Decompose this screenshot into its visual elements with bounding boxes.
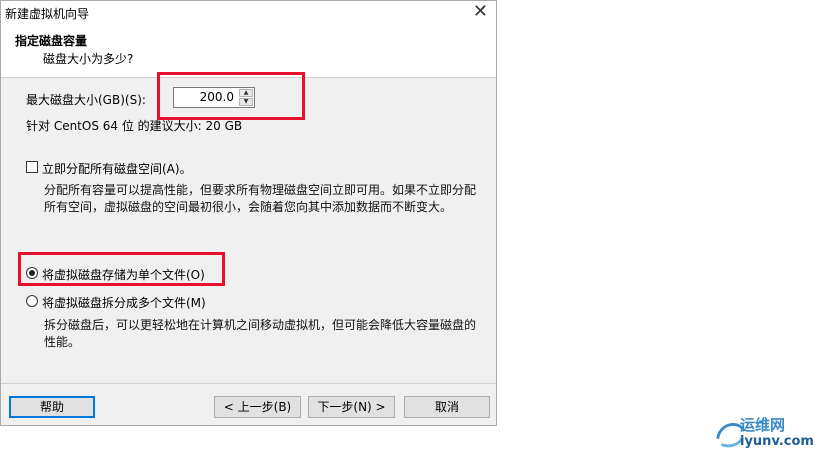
split-desc-line1: 拆分磁盘后，可以更轻松地在计算机之间移动虚拟机，但可能会降低大容量磁盘的 <box>44 318 477 332</box>
split-description: 拆分磁盘后，可以更轻松地在计算机之间移动虚拟机，但可能会降低大容量磁盘的 性能。 <box>44 317 476 351</box>
close-icon[interactable]: ✕ <box>473 2 488 22</box>
new-vm-wizard-dialog: 新建虚拟机向导 ✕ 指定磁盘容量 磁盘大小为多少? 最大磁盘大小(GB)(S):… <box>0 0 497 426</box>
watermark-cn: 运维网 <box>740 416 786 434</box>
allocate-desc-line2: 所有空间，虚拟磁盘的空间最初很小，会随着您向其中添加数据而不断变大。 <box>44 200 453 214</box>
help-button[interactable]: 帮助 <box>9 396 95 418</box>
split-files-label[interactable]: 将虚拟磁盘拆分成多个文件(M) <box>42 294 206 311</box>
split-desc-line2: 性能。 <box>44 335 81 349</box>
page-subtitle: 磁盘大小为多少? <box>43 52 134 66</box>
title-bar: 新建虚拟机向导 ✕ <box>1 1 496 25</box>
disk-size-highlight-box <box>157 72 305 120</box>
disk-size-label: 最大磁盘大小(GB)(S): <box>26 93 146 107</box>
allocate-description: 分配所有容量可以提高性能，但要求所有物理磁盘空间立即可用。如果不立即分配 所有空… <box>44 182 476 216</box>
watermark-en: iyunv.com <box>740 434 814 449</box>
window-title: 新建虚拟机向导 <box>5 7 90 21</box>
cancel-button[interactable]: 取消 <box>404 396 490 418</box>
watermark-logo: 运维网 iyunv.com <box>708 408 814 456</box>
allocate-all-checkbox[interactable] <box>26 161 38 173</box>
split-files-radio[interactable] <box>26 295 38 307</box>
next-button[interactable]: 下一步(N) > <box>308 396 395 418</box>
wizard-header: 指定磁盘容量 磁盘大小为多少? <box>1 25 496 78</box>
allocate-all-label[interactable]: 立即分配所有磁盘空间(A)。 <box>42 160 192 177</box>
back-button[interactable]: < 上一步(B) <box>214 396 301 418</box>
single-file-highlight-box <box>18 252 225 286</box>
footer-divider <box>1 383 496 384</box>
page-title: 指定磁盘容量 <box>15 34 88 48</box>
allocate-desc-line1: 分配所有容量可以提高性能，但要求所有物理磁盘空间立即可用。如果不立即分配 <box>44 183 477 197</box>
